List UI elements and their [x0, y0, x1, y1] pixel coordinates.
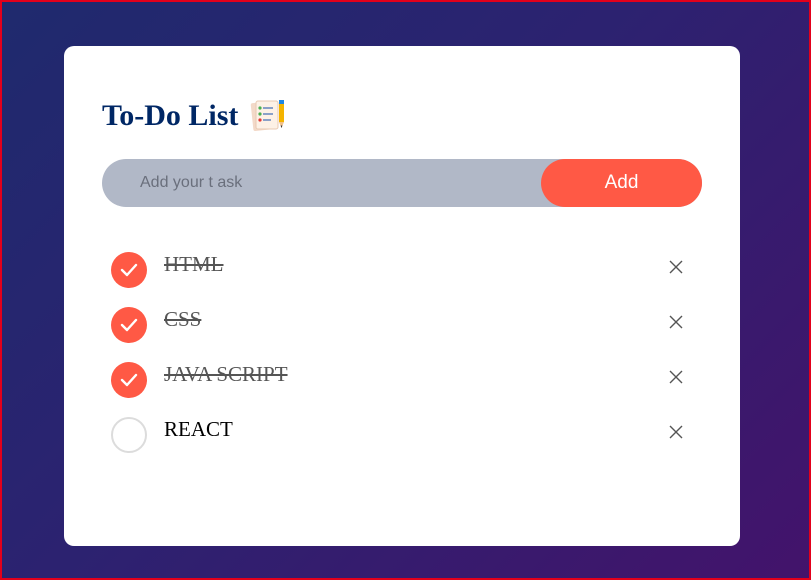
list-item[interactable]: CSS: [102, 297, 702, 352]
close-icon[interactable]: [668, 314, 684, 330]
notepad-checklist-icon: [250, 99, 286, 133]
task-label: CSS: [164, 307, 202, 331]
add-button[interactable]: Add: [541, 159, 702, 207]
task-input[interactable]: [102, 159, 542, 207]
task-label: JAVA SCRIPT: [164, 362, 288, 386]
title-text: To-Do List: [102, 99, 239, 132]
checked-circle-icon[interactable]: [111, 362, 147, 398]
checked-circle-icon[interactable]: [111, 307, 147, 343]
task-label: HTML: [164, 252, 224, 276]
task-list: HTML CSS JAVA SCRIPT REACT: [102, 242, 702, 462]
task-label: REACT: [164, 417, 233, 441]
todo-app-card: To-Do List Add your t ask Add HTML CSS J…: [64, 46, 740, 546]
close-icon[interactable]: [668, 259, 684, 275]
page-title: To-Do List: [102, 98, 286, 134]
unchecked-circle-icon[interactable]: [111, 417, 147, 453]
list-item[interactable]: REACT: [102, 407, 702, 462]
close-icon[interactable]: [668, 369, 684, 385]
close-icon[interactable]: [668, 424, 684, 440]
task-input-row: Add: [102, 159, 702, 207]
list-item[interactable]: HTML: [102, 242, 702, 297]
checked-circle-icon[interactable]: [111, 252, 147, 288]
list-item[interactable]: JAVA SCRIPT: [102, 352, 702, 407]
